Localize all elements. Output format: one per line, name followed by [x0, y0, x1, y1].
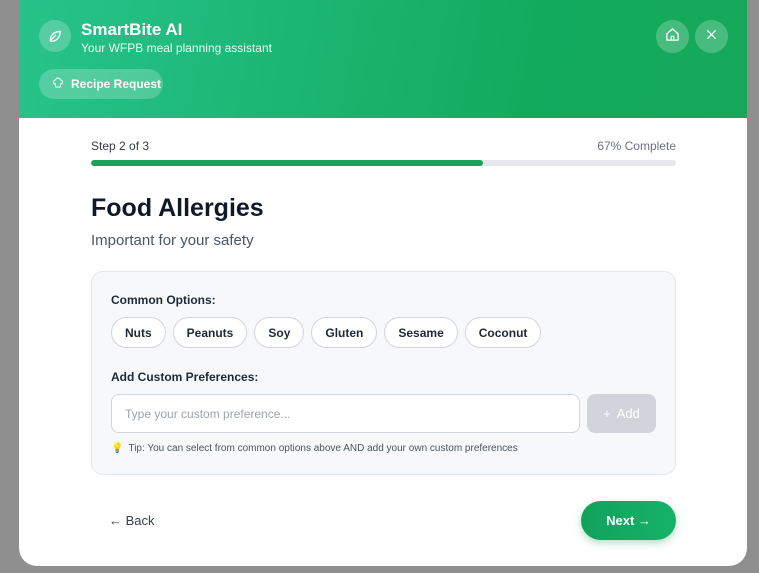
leaf-icon	[39, 20, 71, 52]
preferences-card: Common Options: Nuts Peanuts Soy Gluten …	[91, 271, 676, 475]
step-label: Step 2 of 3	[91, 139, 150, 153]
option-chip-nuts[interactable]: Nuts	[111, 317, 166, 348]
app-subtitle: Your WFPB meal planning assistant	[81, 41, 272, 55]
recipe-request-badge: Recipe Request	[39, 69, 163, 99]
option-chip-gluten[interactable]: Gluten	[311, 317, 378, 348]
page-title: Food Allergies	[91, 194, 264, 222]
plus-icon: +	[603, 406, 611, 421]
modal-dialog: SmartBite AI Your WFPB meal planning ass…	[19, 0, 747, 566]
modal-header: SmartBite AI Your WFPB meal planning ass…	[19, 0, 747, 118]
option-chip-soy[interactable]: Soy	[254, 317, 305, 348]
page-subtitle: Important for your safety	[91, 232, 254, 249]
option-chip-peanuts[interactable]: Peanuts	[172, 317, 248, 348]
lightbulb-icon: 💡	[111, 443, 124, 454]
custom-preference-input[interactable]	[111, 394, 580, 433]
next-button[interactable]: Next →	[581, 501, 676, 540]
close-icon	[705, 28, 718, 46]
back-button[interactable]: ← Back	[109, 513, 155, 528]
tip-text: 💡 Tip: You can select from common option…	[111, 443, 518, 454]
progress-percent: 67% Complete	[597, 139, 676, 153]
add-button[interactable]: + Add	[587, 394, 656, 433]
progress-fill	[91, 160, 483, 166]
progress-bar	[91, 160, 676, 166]
common-options-label: Common Options:	[111, 293, 216, 307]
home-button[interactable]	[656, 20, 689, 53]
option-chip-sesame[interactable]: Sesame	[384, 317, 458, 348]
add-button-label: Add	[616, 406, 640, 421]
app-title: SmartBite AI	[81, 20, 183, 39]
custom-preferences-label: Add Custom Preferences:	[111, 370, 259, 384]
badge-label: Recipe Request	[71, 77, 162, 91]
tip-label: Tip: You can select from common options …	[128, 443, 518, 454]
home-icon	[665, 27, 680, 47]
common-options-list: Nuts Peanuts Soy Gluten Sesame Coconut	[111, 317, 542, 348]
close-button[interactable]	[695, 20, 728, 53]
chef-hat-icon	[52, 77, 64, 92]
option-chip-coconut[interactable]: Coconut	[464, 317, 542, 348]
